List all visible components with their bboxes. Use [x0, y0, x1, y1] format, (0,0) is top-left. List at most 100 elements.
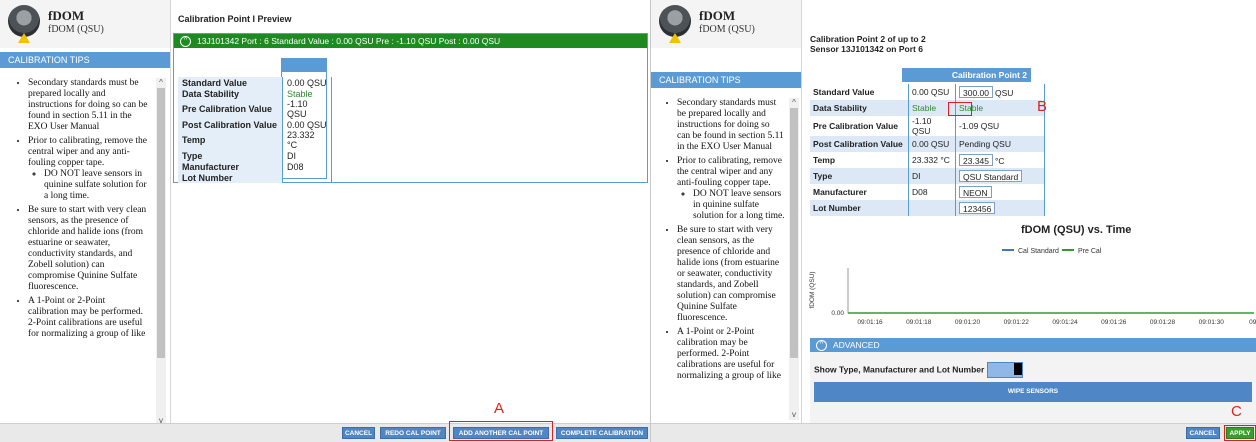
tips-scrollbar[interactable]: ^ v — [789, 98, 799, 420]
sensor-icon — [659, 5, 691, 43]
x-tick-label: 09:01:26 — [1101, 319, 1127, 326]
right-footer: CANCEL APPLY — [651, 423, 1256, 442]
tip-item: A 1-Point or 2-Point calibration may be … — [677, 327, 785, 382]
preview-row: Manufacturer D08 — [178, 161, 332, 172]
tip-item: Be sure to start with very clean sensors… — [677, 225, 785, 324]
sensor-title: fDOM — [699, 8, 736, 23]
redo-cal-point-button[interactable]: REDO CAL POINT — [380, 427, 446, 439]
calibration-tips-header[interactable]: CALIBRATION TIPS — [0, 52, 170, 68]
scroll-thumb[interactable] — [157, 88, 165, 358]
collapse-chevron-icon[interactable]: ^ — [816, 340, 827, 352]
preview-row: Data Stability Stable — [178, 88, 332, 99]
advanced-section-header[interactable]: ^ ADVANCED — [810, 338, 1256, 352]
preview-row-value: 0.00 QSU — [282, 77, 332, 88]
x-tick-label: 09:01:16 — [857, 319, 883, 326]
preview-row-value: -1.10 QSU — [282, 99, 332, 119]
current-value: D08 — [908, 184, 956, 200]
scroll-up-icon[interactable]: ^ — [156, 78, 166, 88]
calibration-table: Standard Value 0.00 QSU 300.00 QSU Data Stab… — [810, 84, 1045, 216]
preview-row-value: D08 — [282, 161, 332, 172]
calibration-tips-header[interactable]: CALIBRATION TIPS — [651, 72, 801, 88]
preview-card: ^ 13J101342 Port : 6 Standard Value : 0.0… — [173, 33, 648, 183]
preview-row: Temp 23.332 °C — [178, 130, 332, 150]
tip-item: Secondary standards must be prepared loc… — [677, 98, 785, 153]
unit-label: QSU — [995, 88, 1014, 98]
scroll-thumb[interactable] — [790, 108, 798, 358]
calibration-row: Manufacturer D08 NEON — [810, 184, 1045, 200]
preview-row-label: Data Stability — [178, 88, 283, 99]
preview-row-value: 23.332 °C — [282, 130, 332, 150]
sensor-title: fDOM — [48, 8, 85, 23]
show-details-toggle[interactable] — [986, 362, 1023, 378]
scroll-down-icon[interactable]: v — [789, 410, 799, 420]
current-value: -1.10 QSU — [908, 116, 956, 136]
sensor-port-heading: Sensor 13J101342 on Port 6 — [810, 44, 923, 54]
sensor-header: fDOM fDOM (QSU) — [651, 0, 801, 48]
x-tick-label: 09:01:20 — [955, 319, 981, 326]
tips-sidebar: fDOM fDOM (QSU) CALIBRATION TIPS Seconda… — [0, 0, 171, 424]
calibration-row-label: Lot Number — [810, 200, 909, 216]
current-value: 23.332 °C — [908, 152, 956, 168]
preview-row: Standard Value 0.00 QSU — [178, 77, 332, 88]
preview-row-value — [282, 172, 332, 183]
preview-row-value: Stable — [282, 88, 332, 99]
y-tick-label: 0.00 — [831, 310, 844, 317]
preview-row-label: Pre Calibration Value — [178, 99, 283, 119]
cal-point-bar[interactable]: ^ 13J101342 Port : 6 Standard Value : 0.0… — [174, 34, 647, 48]
new-value-input[interactable]: 23.345 — [959, 154, 993, 166]
legend-label: Pre Cal — [1078, 248, 1102, 255]
tip-item: Prior to calibrating, remove the central… — [677, 156, 785, 222]
preview-row: Type DI — [178, 150, 332, 161]
preview-row-value: 0.00 QSU — [282, 119, 332, 130]
preview-table: Standard Value 0.00 QSU Data Stability Stab… — [178, 77, 332, 183]
new-value-text: Pending QSU — [959, 139, 1011, 149]
tip-subitem: DO NOT leave sensors in quinine sulfate … — [693, 189, 785, 222]
new-value-input[interactable]: 123456 — [959, 202, 996, 214]
unit-label: °C — [995, 156, 1005, 166]
y-axis-label: fDOM (QSU) — [809, 271, 816, 308]
tip-item: Secondary standards must be prepared loc… — [28, 78, 148, 133]
toggle-label: Show Type, Manufacturer and Lot Number — [814, 364, 985, 375]
annotation-box-a — [449, 421, 553, 441]
collapse-chevron-icon[interactable]: ^ — [180, 36, 191, 48]
tips-scrollbar[interactable]: ^ v — [156, 78, 166, 424]
cancel-button[interactable]: CANCEL — [342, 427, 375, 439]
warning-icon — [669, 33, 681, 43]
annotation-marker-c: C — [1231, 403, 1242, 420]
x-tick-label: 09:01:18 — [906, 319, 932, 326]
cancel-button[interactable]: CANCEL — [1186, 427, 1220, 439]
calibration-row: Pre Calibration Value -1.10 QSU -1.09 QSU — [810, 116, 1045, 136]
new-value-input[interactable]: QSU Standard — [959, 170, 1023, 182]
new-value-cell: Pending QSU — [955, 136, 1045, 152]
calibration-row-label: Temp — [813, 155, 836, 165]
calibration-row-label: Standard Value — [813, 87, 875, 97]
preview-row-label: Lot Number — [178, 172, 283, 183]
toggle-row: Show Type, Manufacturer and Lot Number — [814, 362, 1023, 378]
x-tick-label: 09:01:22 — [1004, 319, 1030, 326]
calibration-row: Data Stability Stable Stable — [810, 100, 1045, 116]
tips-sidebar: fDOM fDOM (QSU) CALIBRATION TIPS Seconda… — [651, 0, 802, 424]
preview-row: Pre Calibration Value -1.10 QSU — [178, 99, 332, 119]
wipe-sensors-button[interactable]: WIPE SENSORS — [814, 382, 1252, 402]
scroll-up-icon[interactable]: ^ — [789, 98, 799, 108]
calibration-row: Type DI QSU Standard — [810, 168, 1045, 184]
new-value-input[interactable]: 300.00 — [959, 86, 993, 98]
preview-row-value: DI — [282, 150, 332, 161]
complete-calibration-button[interactable]: COMPLETE CALIBRATION — [556, 427, 648, 439]
x-tick-label: 09:01:30 — [1199, 319, 1225, 326]
preview-row-label: Type — [178, 150, 283, 161]
new-value-cell: QSU Standard — [955, 168, 1045, 184]
new-value-cell: 300.00 QSU — [955, 84, 1045, 100]
annotation-box-c — [1224, 425, 1256, 441]
cal-point-column-header: Calibration Point 2 — [902, 68, 1031, 82]
sensor-icon — [8, 5, 40, 43]
annotation-box-b — [948, 102, 972, 116]
fdom-time-chart: Cal Standard Pre Cal fDOM (QSU) 0.00 09:01:1… — [809, 248, 1256, 326]
right-calibration-panel: fDOM fDOM (QSU) CALIBRATION TIPS Seconda… — [651, 0, 1256, 442]
calibration-row-label: Post Calibration Value — [810, 136, 909, 152]
x-tick-label: 09:01:3 — [1249, 319, 1256, 326]
preview-row: Lot Number — [178, 172, 332, 183]
new-value-input[interactable]: NEON — [959, 186, 992, 198]
calibration-row-label: Pre Calibration Value — [813, 121, 899, 131]
preview-row-label: Manufacturer — [178, 161, 283, 172]
